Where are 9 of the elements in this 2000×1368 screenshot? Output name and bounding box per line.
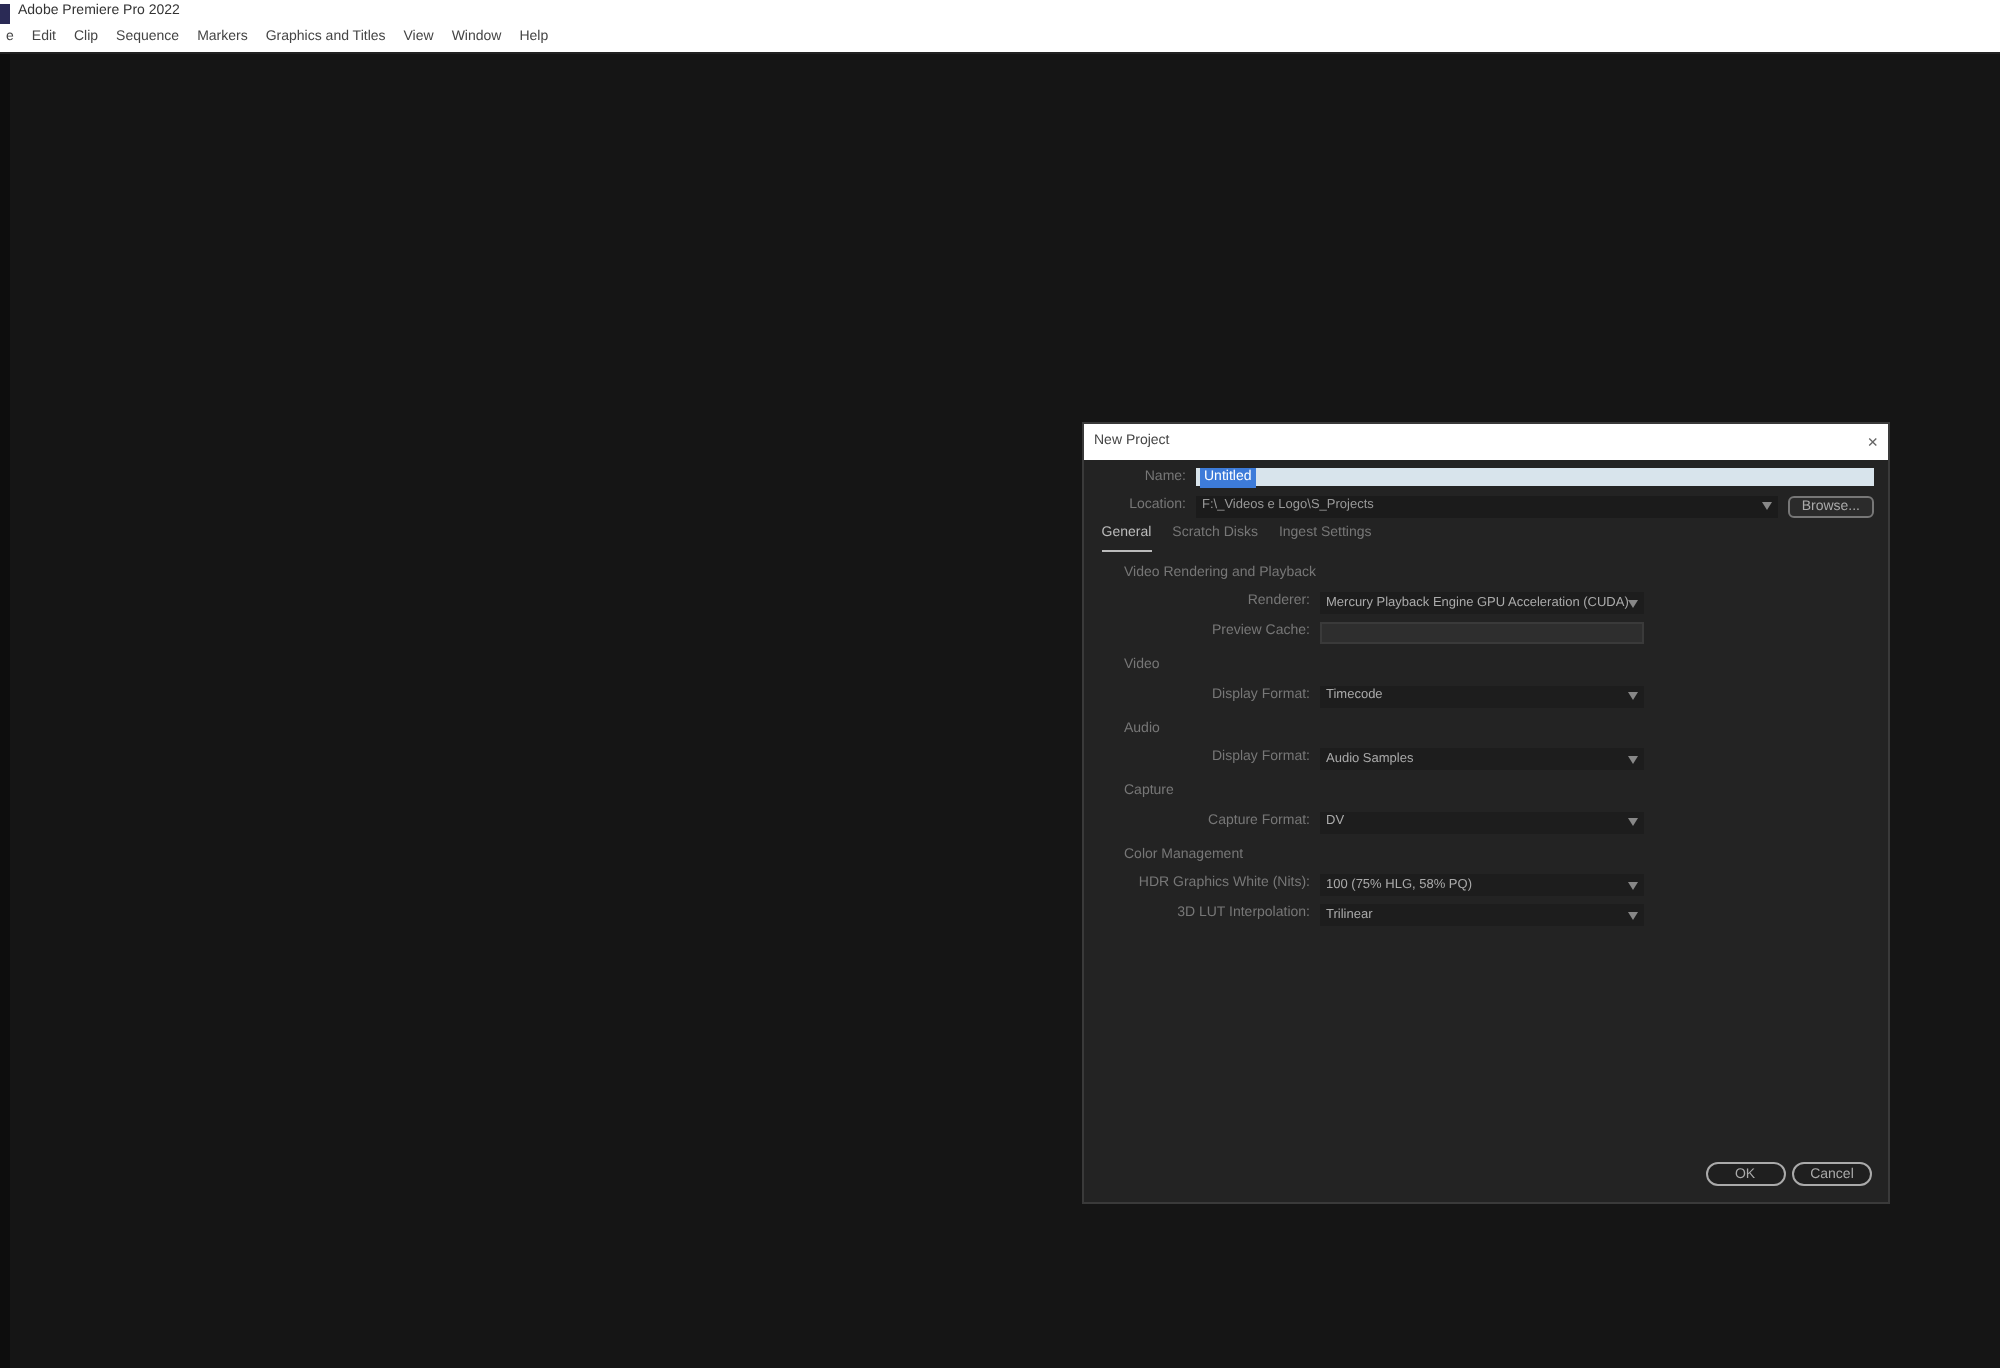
caret-icon bbox=[1628, 911, 1638, 919]
caret-icon bbox=[1628, 818, 1638, 826]
caret-icon bbox=[1761, 502, 1772, 510]
app-icon bbox=[0, 3, 10, 23]
caret-icon bbox=[1628, 599, 1639, 607]
caret-icon bbox=[1628, 881, 1638, 889]
caret-icon bbox=[1628, 755, 1638, 763]
close-button[interactable]: × bbox=[1867, 433, 1878, 451]
caret-icon bbox=[1628, 692, 1638, 700]
